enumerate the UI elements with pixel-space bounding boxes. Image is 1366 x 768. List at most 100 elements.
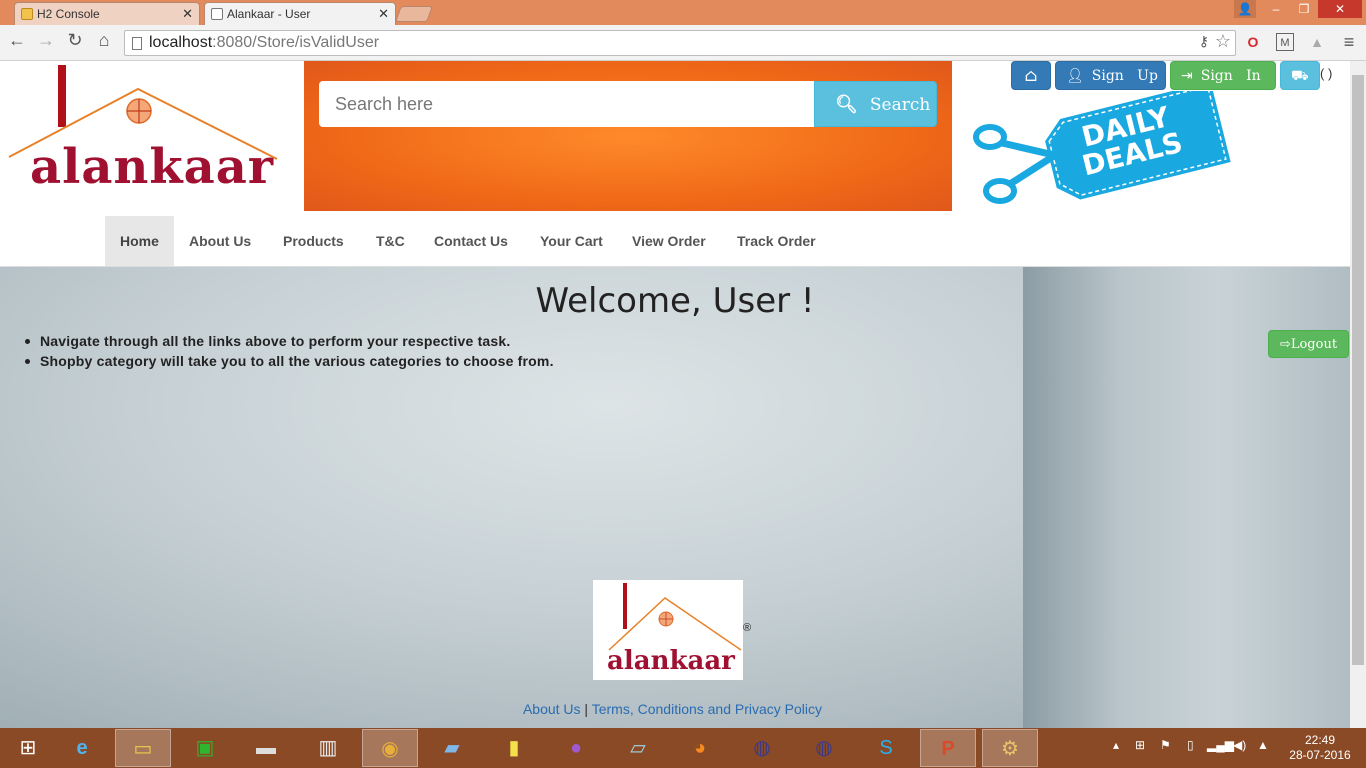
- tab-title: Alankaar - User: [227, 7, 311, 21]
- database-icon[interactable]: ▮: [486, 729, 542, 767]
- signup-button[interactable]: 👤︎ Sign Up: [1055, 61, 1166, 90]
- extension-icon[interactable]: M: [1276, 33, 1294, 51]
- nav-products[interactable]: Products: [268, 216, 359, 266]
- windows-flag-icon[interactable]: ⊞: [1135, 738, 1145, 752]
- close-icon[interactable]: ✕: [378, 6, 389, 22]
- home-icon: ⌂: [1024, 66, 1038, 86]
- nav-terms[interactable]: T&C: [361, 216, 420, 266]
- signin-button[interactable]: ⇥ Sign In: [1170, 61, 1276, 90]
- cart-button[interactable]: ⛟: [1280, 61, 1320, 90]
- database-icon: [21, 8, 33, 20]
- java-ee-ide-icon[interactable]: ⚙: [982, 729, 1038, 767]
- powerpoint-icon[interactable]: P: [920, 729, 976, 767]
- scrollbar-thumb[interactable]: [1352, 75, 1364, 665]
- address-bar[interactable]: localhost:8080/Store/isValidUser ⚷ ☆: [124, 30, 1236, 56]
- show-hidden-icons[interactable]: ▴: [1113, 738, 1119, 752]
- minimize-button[interactable]: –: [1262, 0, 1290, 18]
- tab-alankaar-user[interactable]: Alankaar - User ✕: [204, 2, 396, 25]
- footer-logo: alankaar: [593, 580, 743, 680]
- signin-label: Sign In: [1200, 68, 1261, 84]
- nav-your-cart[interactable]: Your Cart: [525, 216, 618, 266]
- search-button[interactable]: 🔍︎ Search: [814, 81, 937, 127]
- github-icon[interactable]: ●: [548, 729, 604, 767]
- list-item: Navigate through all the links above to …: [25, 331, 554, 351]
- drive-sync-icon[interactable]: ▲: [1257, 738, 1269, 752]
- footer-logo-text: alankaar: [607, 646, 735, 676]
- reload-icon[interactable]: ↻: [64, 30, 86, 51]
- main-navbar: Home About Us Products T&C Contact Us Yo…: [0, 216, 1350, 267]
- main-content: Welcome, User ! Navigate through all the…: [0, 267, 1350, 728]
- web-page: alankaar 🔍︎ Search ⌂ 👤︎ Sign Up ⇥ Sign In ⛟…: [0, 61, 1350, 728]
- url-host: localhost: [149, 34, 213, 51]
- eclipse-icon[interactable]: ◍: [796, 729, 852, 767]
- notepad-icon[interactable]: ▱: [610, 729, 666, 767]
- eclipse-icon[interactable]: ◍: [734, 729, 790, 767]
- nav-view-order[interactable]: View Order: [617, 216, 721, 266]
- firefox-icon[interactable]: ◕: [672, 729, 728, 767]
- start-icon[interactable]: ⊞: [0, 729, 56, 767]
- signup-label: Sign Up: [1091, 68, 1158, 84]
- nav-contact-us[interactable]: Contact Us: [419, 216, 523, 266]
- user-icon[interactable]: 👤: [1234, 0, 1256, 18]
- star-icon[interactable]: ☆: [1215, 31, 1231, 52]
- system-clock[interactable]: 22:49 28-07-2016: [1280, 733, 1360, 763]
- site-logo[interactable]: alankaar: [5, 61, 283, 206]
- browser-tab-bar: H2 Console ✕ Alankaar - User ✕ 👤 – ❐ ✕: [0, 0, 1366, 25]
- footer-link-terms[interactable]: Terms, Conditions and Privacy Policy: [592, 701, 822, 717]
- remote-desktop-icon[interactable]: ▰: [424, 729, 480, 767]
- network-icon[interactable]: ▂▄▆: [1207, 738, 1234, 752]
- page-icon: [132, 37, 142, 50]
- new-tab-button[interactable]: [395, 6, 433, 22]
- drive-icon[interactable]: ▲: [1308, 33, 1326, 51]
- file-explorer-icon[interactable]: ▭: [115, 729, 171, 767]
- book-icon[interactable]: ▥: [300, 729, 356, 767]
- cart-icon: ⛟: [1291, 68, 1309, 84]
- action-center-icon[interactable]: ⚑: [1160, 738, 1171, 752]
- footer-links: About Us | Terms, Conditions and Privacy…: [0, 701, 1345, 717]
- search-input[interactable]: [319, 81, 815, 127]
- url-path: :8080/Store/isValidUser: [212, 34, 380, 51]
- store-icon[interactable]: ▣: [177, 729, 233, 767]
- list-item: Shopby category will take you to all the…: [25, 353, 554, 369]
- home-button[interactable]: ⌂: [1011, 61, 1051, 90]
- close-window-button[interactable]: ✕: [1318, 0, 1362, 18]
- key-icon[interactable]: ⚷: [1199, 33, 1209, 50]
- nav-home[interactable]: Home: [105, 216, 174, 266]
- logout-button[interactable]: ⇨Logout: [1268, 330, 1349, 358]
- tab-h2-console[interactable]: H2 Console ✕: [14, 2, 200, 25]
- daily-deals-badge[interactable]: DAILY DEALS: [970, 81, 1240, 206]
- logout-icon: ⇨: [1279, 337, 1291, 352]
- back-icon[interactable]: ←: [6, 30, 28, 51]
- chrome-icon[interactable]: ◉: [362, 729, 418, 767]
- welcome-heading: Welcome, User !: [535, 281, 815, 321]
- opera-icon[interactable]: O: [1244, 33, 1262, 51]
- forward-icon[interactable]: →: [35, 30, 57, 51]
- logo-text: alankaar: [30, 139, 275, 195]
- volume-icon[interactable]: ◀): [1233, 738, 1246, 752]
- user-icon: 👤︎: [1066, 68, 1084, 84]
- clock-date: 28-07-2016: [1289, 748, 1351, 762]
- cart-count: ( ): [1320, 66, 1333, 81]
- restore-button[interactable]: ❐: [1290, 0, 1318, 18]
- home-icon[interactable]: ⌂: [93, 30, 115, 51]
- internet-explorer-icon[interactable]: e: [54, 729, 110, 767]
- search-button-label: Search: [869, 95, 931, 115]
- tips-list: Navigate through all the links above to …: [25, 331, 554, 371]
- menu-icon[interactable]: ≡: [1340, 33, 1358, 51]
- tab-title: H2 Console: [37, 7, 100, 21]
- browser-toolbar: ← → ↻ ⌂ localhost:8080/Store/isValidUser…: [0, 25, 1366, 61]
- footer-separator: |: [580, 701, 592, 717]
- skype-icon[interactable]: S: [858, 729, 914, 767]
- search-icon: 🔍︎: [835, 94, 858, 115]
- windows-taskbar: ⊞ e ▭ ▣ ▬ ▥ ◉ ▰ ▮ ● ▱ ◕ ◍ ◍ S P ⚙ ▴ ⊞ ⚑ …: [0, 728, 1366, 768]
- footer-link-about[interactable]: About Us: [523, 701, 581, 717]
- page-icon: [211, 8, 223, 20]
- nav-about-us[interactable]: About Us: [174, 216, 266, 266]
- nav-track-order[interactable]: Track Order: [722, 216, 831, 266]
- close-icon[interactable]: ✕: [182, 6, 193, 22]
- clock-time: 22:49: [1304, 733, 1336, 747]
- logout-label: Logout: [1290, 337, 1338, 352]
- battery-icon[interactable]: ▯: [1187, 738, 1194, 752]
- registered-mark: ®: [743, 622, 752, 634]
- command-prompt-icon[interactable]: ▬: [238, 729, 294, 767]
